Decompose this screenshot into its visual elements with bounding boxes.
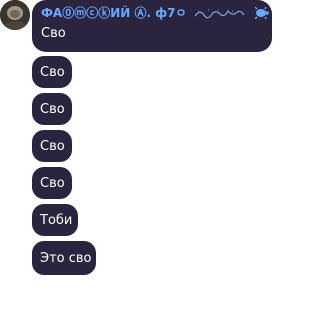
message-text: Сво [41, 26, 66, 41]
message-text: Тоби [40, 212, 73, 228]
message-text: Это сво [40, 250, 92, 266]
message-bubble-4[interactable]: Сво [32, 130, 72, 162]
message-bubble-1[interactable]: ФА⓪ⓜⓒⓚИЙ Ⓐ. ф7ㅇ Сво [32, 0, 272, 52]
sender-row: ФА⓪ⓜⓒⓚИЙ Ⓐ. ф7ㅇ [41, 6, 270, 20]
sender-decoration [194, 7, 270, 19]
message-bubble-2[interactable]: Сво [32, 56, 72, 88]
message-text: Сво [40, 138, 65, 154]
message-bubble-3[interactable]: Сво [32, 93, 72, 125]
user-avatar[interactable] [0, 0, 30, 30]
message-bubble-5[interactable]: Сво [32, 167, 72, 199]
message-text: Сво [40, 175, 65, 191]
avatar-photo-icon [0, 0, 30, 30]
arabic-calligraphy-icon [194, 9, 245, 19]
message-text: Сво [40, 64, 65, 80]
message-text: Сво [40, 101, 65, 117]
sender-name[interactable]: ФА⓪ⓜⓒⓚИЙ Ⓐ. ф7ㅇ [41, 6, 186, 20]
turtle-icon [254, 7, 270, 19]
message-bubble-7[interactable]: Это сво [32, 241, 96, 275]
message-bubble-6[interactable]: Тоби [32, 204, 78, 236]
